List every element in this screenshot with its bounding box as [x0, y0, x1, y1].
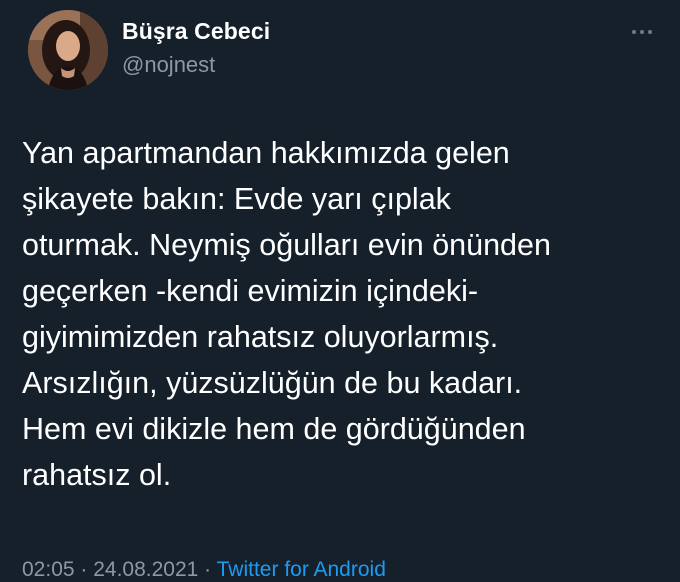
tweet-text: Yan apartmandan hakkımızda gelen şikayet… — [22, 130, 662, 498]
avatar-image — [28, 10, 108, 90]
tweet-text-line: Arsızlığın, yüzsüzlüğün de bu kadarı. — [22, 366, 523, 400]
tweet-meta: 02:05 · 24.08.2021 · Twitter for Android — [22, 558, 386, 582]
more-dot — [632, 30, 636, 34]
avatar[interactable] — [28, 10, 108, 90]
tweet-date[interactable]: 24.08.2021 — [93, 558, 198, 581]
more-options-icon[interactable] — [620, 20, 664, 44]
tweet-text-line: rahatsız ol. — [22, 458, 172, 492]
tweet-text-line: Hem evi dikizle hem de gördüğünden — [22, 412, 526, 446]
tweet-text-line: Yan apartmandan hakkımızda gelen — [22, 136, 510, 170]
author-name[interactable]: Büşra Cebeci — [122, 18, 270, 45]
tweet-text-line: oturmak. Neymiş oğulları evin önünden — [22, 228, 551, 262]
tweet-text-line: şikayete bakın: Evde yarı çıplak — [22, 182, 451, 216]
meta-separator: · — [74, 558, 94, 581]
more-dot — [648, 30, 652, 34]
tweet-source-link[interactable]: Twitter for Android — [217, 558, 386, 581]
meta-separator: · — [198, 558, 217, 581]
tweet-text-line: geçerken -kendi evimizin içindeki- — [22, 274, 478, 308]
more-dot — [640, 30, 644, 34]
tweet-card: Büşra Cebeci @nojnest Yan apartmandan ha… — [0, 0, 680, 582]
tweet-text-line: giyimimizden rahatsız oluyorlarmış. — [22, 320, 499, 354]
author-handle[interactable]: @nojnest — [122, 52, 215, 78]
tweet-time[interactable]: 02:05 — [22, 558, 75, 581]
